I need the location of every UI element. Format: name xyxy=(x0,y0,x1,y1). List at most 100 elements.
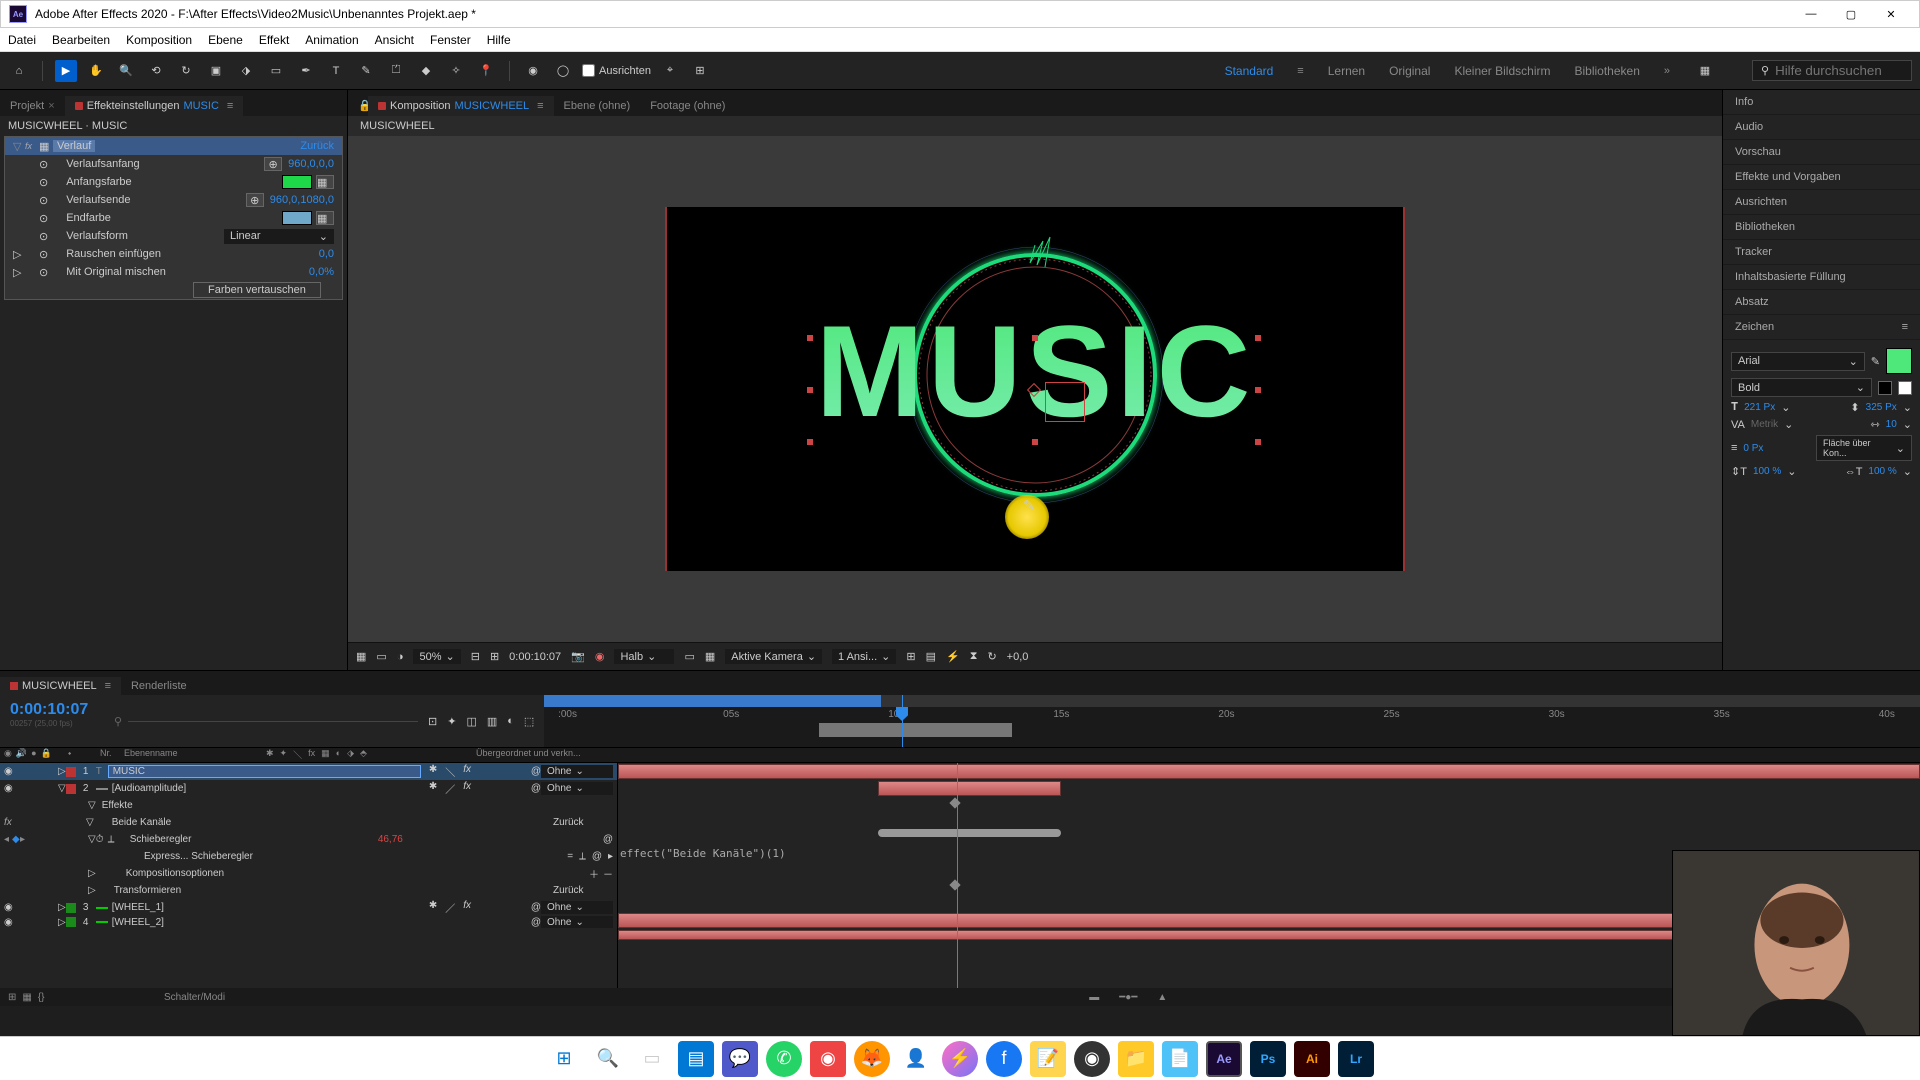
font-family-dropdown[interactable]: Arial⌄ xyxy=(1731,352,1865,371)
tab-comp-timeline[interactable]: MUSICWHEEL ≡ xyxy=(0,677,121,695)
stroke-width-value[interactable]: 0 Px xyxy=(1743,443,1763,454)
menu-datei[interactable]: Datei xyxy=(8,33,36,47)
search-icon[interactable]: ⚲ xyxy=(114,715,122,728)
panel-inhaltsfuellung[interactable]: Inhaltsbasierte Füllung xyxy=(1723,265,1920,290)
frame-blend-icon[interactable]: ▥ xyxy=(487,715,497,728)
workspace-overflow-icon[interactable]: » xyxy=(1664,65,1670,77)
exposure-value[interactable]: +0,0 xyxy=(1007,651,1029,663)
grid-icon[interactable]: ⊞ xyxy=(689,60,711,82)
expression-row[interactable]: Express... Schieberegler =⟂@▸ xyxy=(0,848,617,865)
time-ruler[interactable]: :00s 05s 10s 15s 20s 25s 30s 35s 40s xyxy=(544,695,1920,747)
widgets-icon[interactable]: ▤ xyxy=(678,1041,714,1077)
graph-editor-icon[interactable]: ⬚ xyxy=(524,715,534,728)
pan-behind-tool[interactable]: ⬗ xyxy=(235,60,257,82)
firefox-icon[interactable]: 🦊 xyxy=(854,1041,890,1077)
help-search[interactable]: ⚲ xyxy=(1752,60,1912,81)
reset-exposure-icon[interactable]: ↻ xyxy=(987,650,996,663)
layer-row-4[interactable]: ◉ ▷ 4 [WHEEL_2] @ Ohne⌄ xyxy=(0,916,617,928)
panel-tracker[interactable]: Tracker xyxy=(1723,240,1920,265)
draft3d-icon[interactable]: ✦ xyxy=(447,715,456,728)
zoom-slider[interactable]: ━●━ xyxy=(1119,992,1137,1003)
app-icon-2[interactable]: 👤 xyxy=(898,1041,934,1077)
menu-hilfe[interactable]: Hilfe xyxy=(487,33,511,47)
channel-icon[interactable]: ▭ xyxy=(376,650,386,663)
shape-tool[interactable]: ▭ xyxy=(265,60,287,82)
start-button[interactable]: ⊞ xyxy=(546,1041,582,1077)
toggle-switches-icon[interactable]: ⊞ xyxy=(8,992,16,1003)
prop-verlaufsanfang[interactable]: ⊙ Verlaufsanfang ⊕ 960,0,0,0 xyxy=(5,155,342,173)
twirl-icon[interactable]: ▽ xyxy=(58,783,66,794)
expr-language-icon[interactable]: ▸ xyxy=(608,851,613,862)
tab-footage[interactable]: Footage (ohne) xyxy=(640,96,735,116)
orbit-tool[interactable]: ⟲ xyxy=(145,60,167,82)
facebook-icon[interactable]: f xyxy=(986,1041,1022,1077)
maximize-button[interactable]: ▢ xyxy=(1831,3,1871,25)
puppet-tool[interactable]: 📍 xyxy=(475,60,497,82)
after-effects-icon[interactable]: Ae xyxy=(1206,1041,1242,1077)
label-color[interactable] xyxy=(66,767,76,777)
task-view-icon[interactable]: ▭ xyxy=(634,1041,670,1077)
effect-both-channels-row[interactable]: fx ▽ Beide Kanäle Zurück xyxy=(0,814,617,831)
font-size-value[interactable]: 221 Px xyxy=(1744,402,1775,413)
mask-icon[interactable]: ◑ xyxy=(397,651,404,663)
menu-ebene[interactable]: Ebene xyxy=(208,33,243,47)
hand-tool[interactable]: ✋ xyxy=(85,60,107,82)
effect-header-row[interactable]: ▽ fx ▦ Verlauf Zurück xyxy=(5,137,342,155)
parent-pickwhip-icon[interactable]: @ xyxy=(603,834,613,845)
prop-anfangsfarbe[interactable]: ⊙ Anfangsfarbe ▦ xyxy=(5,173,342,191)
parent-dropdown[interactable]: Ohne⌄ xyxy=(541,765,613,778)
alpha-icon[interactable]: ▦ xyxy=(356,650,366,663)
close-button[interactable]: ✕ xyxy=(1871,3,1911,25)
search-taskbar-icon[interactable]: 🔍 xyxy=(590,1041,626,1077)
minimize-button[interactable]: — xyxy=(1791,3,1831,25)
comp-mini-flowchart-icon[interactable]: ⊡ xyxy=(428,715,437,728)
workspace-bibliotheken[interactable]: Bibliotheken xyxy=(1574,64,1639,78)
explorer-icon[interactable]: 📁 xyxy=(1118,1041,1154,1077)
vscale-value[interactable]: 100 % xyxy=(1753,466,1781,477)
tracking-value[interactable]: 10 xyxy=(1886,419,1897,430)
obs-icon[interactable]: ◉ xyxy=(1074,1041,1110,1077)
swap-color-icon[interactable] xyxy=(1898,381,1912,395)
current-time[interactable]: 0:00:10:07 00257 (25,00 fps) xyxy=(0,695,108,747)
hscale-value[interactable]: 100 % xyxy=(1868,466,1896,477)
roto-tool[interactable]: ✧ xyxy=(445,60,467,82)
transparency-icon[interactable]: ▦ xyxy=(705,650,715,663)
type-tool[interactable]: T xyxy=(325,60,347,82)
selection-handle[interactable] xyxy=(1255,335,1261,341)
zoom-out-icon[interactable]: ▬ xyxy=(1089,992,1099,1003)
effects-group-row[interactable]: ▽ Effekte xyxy=(0,797,617,814)
panel-menu-icon[interactable]: ≡ xyxy=(1902,321,1908,333)
color-mgmt-icon[interactable]: ◉ xyxy=(595,650,605,663)
leading-value[interactable]: 325 Px xyxy=(1866,402,1897,413)
graph-icon[interactable]: ⟂ xyxy=(108,834,120,845)
twirl-icon[interactable]: ▷ xyxy=(58,766,66,777)
keyframe-diamond[interactable] xyxy=(950,879,961,890)
layer-row-2[interactable]: ◉ ▽ 2 [Audioamplitude] ✱／fx @ Ohne⌄ xyxy=(0,780,617,797)
selection-handle[interactable] xyxy=(1255,439,1261,445)
rotate-tool[interactable]: ↻ xyxy=(175,60,197,82)
toggle-modes-icon[interactable]: ▦ xyxy=(22,992,31,1003)
comp-breadcrumb[interactable]: MUSICWHEEL xyxy=(348,116,1722,136)
menu-komposition[interactable]: Komposition xyxy=(126,33,192,47)
view-layout-icon[interactable]: ⊞ xyxy=(906,650,915,663)
roi-icon[interactable]: ▭ xyxy=(684,650,694,663)
selection-tool[interactable]: ▶ xyxy=(55,60,77,82)
stopwatch-icon[interactable]: ⏱ xyxy=(96,834,108,845)
photoshop-icon[interactable]: Ps xyxy=(1250,1041,1286,1077)
menu-fenster[interactable]: Fenster xyxy=(430,33,471,47)
playhead[interactable] xyxy=(902,695,903,747)
prop-verlaufsform[interactable]: ⊙ Verlaufsform Linear⌄ xyxy=(5,227,342,245)
home-icon[interactable]: ⌂ xyxy=(8,60,30,82)
workspace-kleiner[interactable]: Kleiner Bildschirm xyxy=(1454,64,1550,78)
panel-ausrichten[interactable]: Ausrichten xyxy=(1723,190,1920,215)
app-icon[interactable]: ◉ xyxy=(810,1041,846,1077)
panel-menu-icon[interactable]: ≡ xyxy=(105,680,111,692)
pixel-aspect-icon[interactable]: ▤ xyxy=(926,650,936,663)
align-checkbox[interactable]: Ausrichten xyxy=(582,64,651,77)
tab-renderliste[interactable]: Renderliste xyxy=(121,677,197,695)
teams-icon[interactable]: 💬 xyxy=(722,1041,758,1077)
eraser-tool[interactable]: ◆ xyxy=(415,60,437,82)
workspace-lernen[interactable]: Lernen xyxy=(1328,64,1365,78)
font-style-dropdown[interactable]: Bold⌄ xyxy=(1731,378,1872,397)
workspace-grid-icon[interactable]: ▦ xyxy=(1694,60,1716,82)
